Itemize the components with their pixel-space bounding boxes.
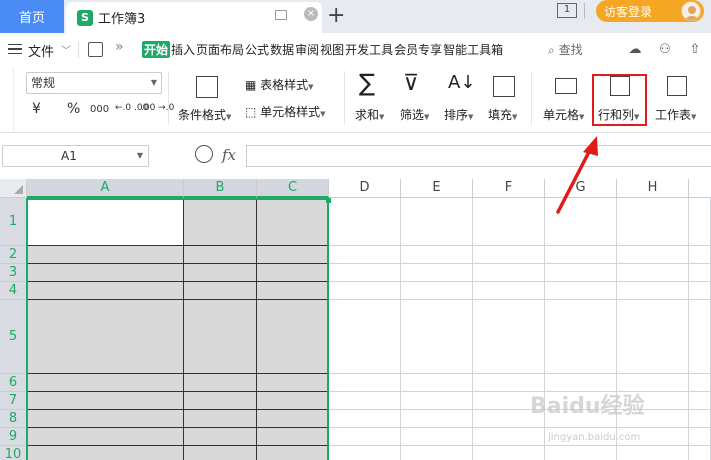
spreadsheet-app: 首页 S 工作簿3 × + 1 访客登录 文件 ﹀ » 开始 插入 页面布局 公…: [0, 0, 711, 460]
watermark-url: jingyan.baidu.com: [548, 432, 641, 443]
watermark-logo: Baidu经验: [530, 394, 645, 419]
